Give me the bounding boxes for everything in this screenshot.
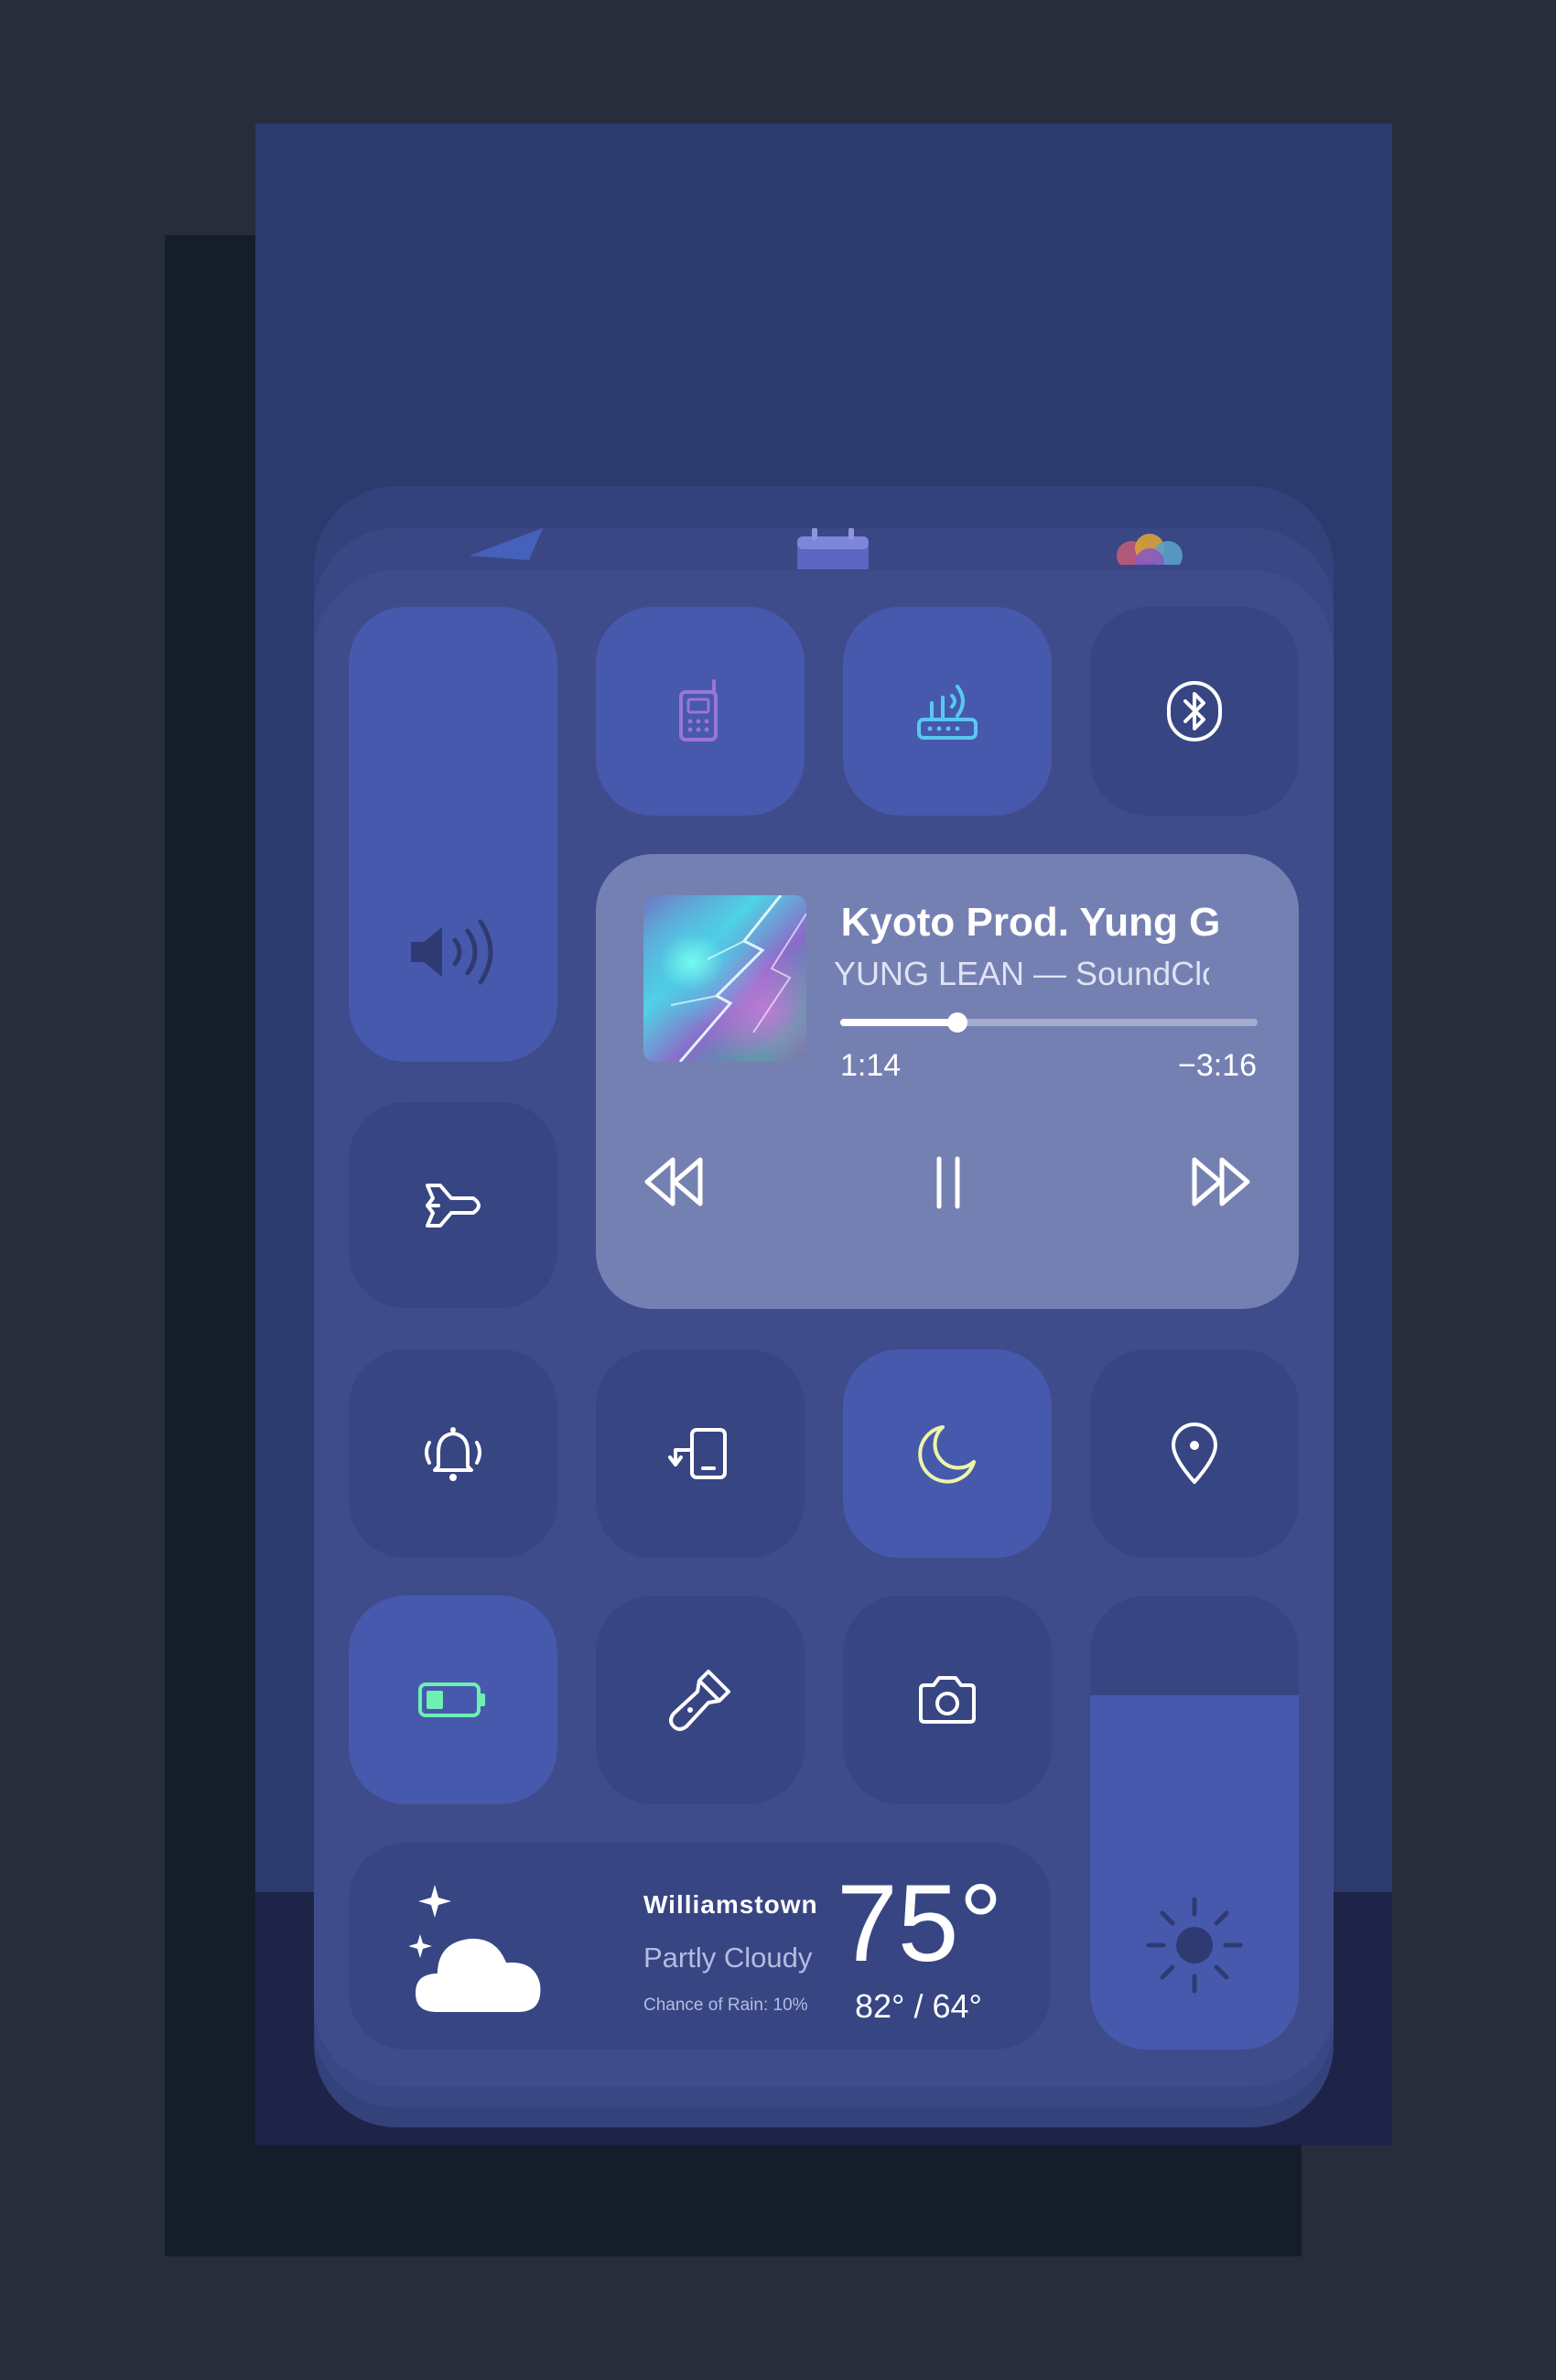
- cellular-toggle[interactable]: [596, 607, 805, 816]
- screen-rotation-toggle[interactable]: [596, 1349, 805, 1558]
- weather-widget[interactable]: Williamstown Partly Cloudy Chance of Rai…: [349, 1843, 1051, 2050]
- photos-icon: [1117, 534, 1183, 565]
- progress-fill: [840, 1019, 957, 1026]
- camera-icon: [919, 1676, 976, 1724]
- cellular-phone-icon: [679, 679, 718, 741]
- low-power-toggle[interactable]: [349, 1596, 557, 1804]
- song-title: Kyoto Prod. Yung G: [840, 900, 1221, 945]
- moon-icon: [918, 1425, 976, 1484]
- bluetooth-toggle[interactable]: [1090, 607, 1299, 816]
- progress-knob[interactable]: [946, 1012, 967, 1033]
- weather-city: Williamstown: [643, 1890, 818, 1919]
- music-player: Kyoto Prod. Yung G YUNG LEAN — SoundClo …: [596, 854, 1299, 1309]
- wifi-toggle[interactable]: [843, 607, 1052, 816]
- song-artist: YUNG LEAN — SoundClo: [834, 955, 1209, 992]
- volume-slider[interactable]: [349, 607, 557, 1062]
- album-art[interactable]: [643, 895, 806, 1062]
- elapsed-time: 1:14: [840, 1048, 902, 1083]
- brightness-slider[interactable]: [1090, 1596, 1299, 2050]
- weather-high-low: 82° / 64°: [855, 1987, 982, 2025]
- progress-track[interactable]: [840, 1012, 1258, 1033]
- weather-cloud-moon-icon: [409, 1883, 567, 2017]
- brightness-sun-icon: [1146, 1897, 1243, 1994]
- alarm-bell-icon: [425, 1427, 481, 1481]
- location-toggle[interactable]: [1090, 1349, 1299, 1558]
- weather-temperature: 75°: [837, 1862, 1003, 1985]
- paper-plane-icon: [470, 528, 543, 560]
- rewind-icon[interactable]: [642, 1156, 706, 1207]
- bluetooth-icon: [1167, 681, 1222, 741]
- location-pin-icon: [1172, 1423, 1217, 1484]
- airplane-mode-toggle[interactable]: [349, 1102, 557, 1308]
- do-not-disturb-toggle[interactable]: [843, 1349, 1052, 1558]
- screen-rotation-icon: [668, 1428, 727, 1479]
- fast-forward-icon[interactable]: [1189, 1156, 1253, 1207]
- brightness-fill: [1090, 1695, 1299, 2050]
- airplane-icon: [426, 1183, 481, 1228]
- lightning-artwork: [670, 895, 806, 1062]
- calendar-icon: [797, 528, 869, 569]
- volume-icon: [411, 919, 493, 985]
- flashlight-toggle[interactable]: [596, 1596, 805, 1804]
- alarm-toggle[interactable]: [349, 1349, 557, 1558]
- wifi-router-icon: [917, 685, 978, 740]
- weather-condition: Partly Cloudy: [643, 1942, 813, 1974]
- remaining-time: −3:16: [1177, 1048, 1257, 1083]
- flashlight-icon: [669, 1670, 730, 1731]
- weather-rain-chance: Chance of Rain: 10%: [643, 1996, 808, 2015]
- pause-icon[interactable]: [930, 1156, 967, 1209]
- camera-button[interactable]: [843, 1596, 1052, 1804]
- battery-icon: [418, 1682, 485, 1717]
